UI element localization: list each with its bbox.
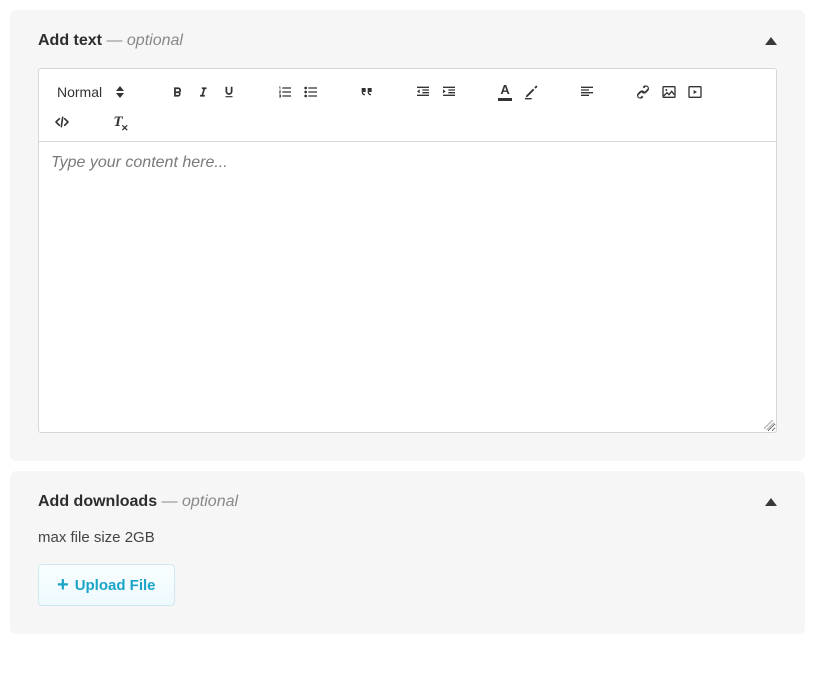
color-group: A: [492, 77, 544, 107]
bold-icon: [170, 85, 184, 99]
editor-content-area[interactable]: Type your content here...: [39, 142, 776, 432]
font-color-icon: A: [498, 83, 512, 101]
code-icon: [53, 114, 71, 130]
collapse-icon[interactable]: [765, 37, 777, 45]
add-text-title: Add text: [38, 32, 102, 49]
clear-format-button[interactable]: T✕: [105, 109, 131, 135]
add-text-heading: Add text — optional: [38, 32, 183, 50]
code-block-button[interactable]: [49, 109, 75, 135]
add-text-header[interactable]: Add text — optional: [38, 32, 777, 50]
format-group: [164, 77, 242, 107]
plus-icon: +: [57, 575, 69, 595]
blockquote-button[interactable]: [354, 79, 380, 105]
collapse-icon[interactable]: [765, 498, 777, 506]
editor-toolbar: Normal: [39, 69, 776, 142]
image-icon: [661, 84, 677, 100]
align-group: [574, 77, 600, 107]
add-text-optional: — optional: [102, 32, 183, 49]
bullet-list-button[interactable]: [298, 79, 324, 105]
link-icon: [635, 84, 651, 100]
image-button[interactable]: [656, 79, 682, 105]
add-downloads-panel: Add downloads — optional max file size 2…: [10, 471, 805, 634]
outdent-button[interactable]: [410, 79, 436, 105]
highlight-icon: [523, 84, 539, 100]
list-group: [272, 77, 324, 107]
indent-icon: [441, 84, 457, 100]
underline-icon: [222, 85, 236, 99]
quote-icon: [359, 84, 375, 100]
font-color-button[interactable]: A: [492, 79, 518, 105]
add-downloads-header[interactable]: Add downloads — optional: [38, 493, 777, 511]
file-size-hint: max file size 2GB: [38, 529, 777, 546]
insert-group: [630, 77, 708, 107]
clear-group: T✕: [105, 107, 131, 137]
align-left-icon: [579, 84, 595, 100]
code-group: [49, 107, 75, 137]
heading-select-label: Normal: [57, 84, 102, 100]
editor-placeholder: Type your content here...: [51, 154, 228, 171]
video-icon: [687, 84, 703, 100]
underline-button[interactable]: [216, 79, 242, 105]
indent-group: [410, 77, 462, 107]
add-text-panel: Add text — optional Normal: [10, 10, 805, 461]
bold-button[interactable]: [164, 79, 190, 105]
ordered-list-icon: [277, 84, 293, 100]
clear-format-icon: T✕: [113, 115, 122, 130]
ordered-list-button[interactable]: [272, 79, 298, 105]
add-downloads-title: Add downloads: [38, 493, 157, 510]
bullet-list-icon: [303, 84, 319, 100]
select-caret-icon: [116, 86, 130, 98]
highlight-button[interactable]: [518, 79, 544, 105]
video-button[interactable]: [682, 79, 708, 105]
indent-button[interactable]: [436, 79, 462, 105]
italic-button[interactable]: [190, 79, 216, 105]
link-button[interactable]: [630, 79, 656, 105]
heading-select[interactable]: Normal: [49, 77, 134, 107]
outdent-icon: [415, 84, 431, 100]
align-button[interactable]: [574, 79, 600, 105]
rich-text-editor: Normal: [38, 68, 777, 433]
quote-group: [354, 77, 380, 107]
upload-file-label: Upload File: [75, 577, 156, 594]
italic-icon: [196, 85, 210, 99]
add-downloads-optional: — optional: [157, 493, 238, 510]
upload-file-button[interactable]: + Upload File: [38, 564, 175, 606]
add-downloads-heading: Add downloads — optional: [38, 493, 238, 511]
